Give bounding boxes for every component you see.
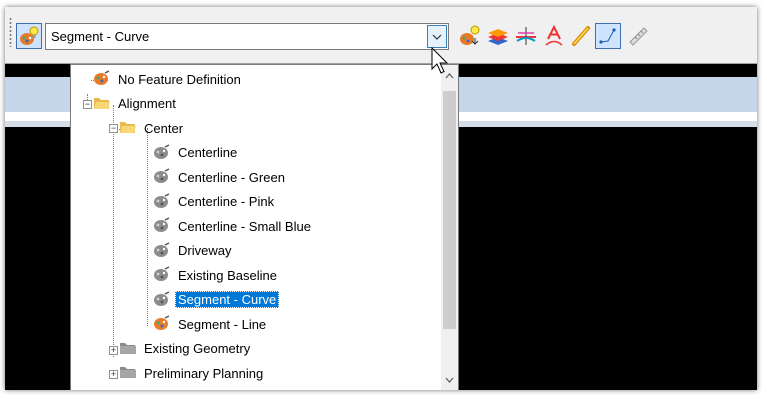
folder-open-icon <box>119 119 137 137</box>
link-icon <box>572 26 590 46</box>
tree-item[interactable]: No Feature Definition <box>93 69 244 89</box>
tree-item[interactable]: Centerline - Pink <box>153 192 277 212</box>
palette-icon <box>93 70 111 88</box>
cross-section-button[interactable] <box>513 23 539 49</box>
link-button[interactable] <box>568 23 594 49</box>
tree-item[interactable]: Segment - Curve <box>153 290 280 310</box>
palette-gray-icon <box>153 143 171 162</box>
measure-button[interactable] <box>625 23 651 49</box>
tree-item-label: Existing Baseline <box>178 267 277 283</box>
line-string-icon <box>599 28 616 44</box>
tree-item[interactable]: Driveway <box>153 241 234 261</box>
tree-item[interactable]: Existing Baseline <box>153 265 280 285</box>
tree-item-label: Centerline - Pink <box>178 194 275 209</box>
tree-item-label: Center <box>144 120 184 136</box>
dropdown-scrollbar[interactable] <box>441 65 458 390</box>
palette-icon <box>94 70 110 85</box>
tree-item-label: Driveway <box>178 243 232 258</box>
application-frame: Segment - Curve − − + + No Feature Defin… <box>5 7 757 390</box>
layers-button[interactable] <box>485 23 511 49</box>
feature-definition-icon <box>20 26 39 45</box>
tree-item[interactable]: Segment - Line <box>153 314 269 334</box>
cross-section-icon <box>516 27 536 45</box>
scroll-down-button[interactable] <box>441 371 458 388</box>
preliminary-planning-expander[interactable]: + <box>109 370 118 379</box>
scroll-thumb[interactable] <box>443 91 456 329</box>
mouse-cursor-icon <box>431 47 449 74</box>
folder-gray-icon <box>120 367 136 378</box>
tree-item-label: Segment - Line <box>178 316 267 332</box>
tree-item-label: No Feature Definition <box>118 71 241 87</box>
toolbar-grip[interactable] <box>9 17 12 47</box>
tree-item-label: Centerline - Green <box>178 169 285 185</box>
tree-item[interactable]: Preliminary Planning <box>119 363 266 383</box>
tree-item[interactable]: Center <box>119 118 186 138</box>
tree-item-label: Preliminary Planning <box>144 365 264 381</box>
feature-definition-toggle-button[interactable] <box>16 23 42 49</box>
feature-toggle-icon <box>460 25 480 45</box>
folder-open-icon <box>93 95 111 113</box>
combo-selected-value: Segment - Curve <box>51 29 150 44</box>
text-annotation-button[interactable] <box>541 23 567 49</box>
palette-gray-icon <box>153 192 171 211</box>
tree-line <box>147 128 148 326</box>
tree-line <box>113 105 114 357</box>
text-annotation-icon <box>545 25 563 46</box>
feature-definition-dropdown: − − + + No Feature Definition Alignment Ce… <box>70 64 459 390</box>
combo-dropdown-button[interactable] <box>427 25 447 48</box>
palette-gray-icon <box>153 217 171 235</box>
center-expander[interactable]: − <box>109 124 118 133</box>
folder-open-icon <box>120 122 136 133</box>
palette-gray-icon <box>153 266 171 284</box>
palette-icon <box>154 315 170 330</box>
palette-gray-icon <box>154 168 170 183</box>
palette-gray-icon <box>153 241 171 260</box>
layers-icon <box>488 29 508 45</box>
tree-item-label: Segment - Curve <box>175 291 280 308</box>
tree-item-label: Centerline - Small Blue <box>178 218 311 234</box>
tree-item[interactable]: Centerline - Small Blue <box>153 216 314 236</box>
alignment-expander[interactable]: − <box>83 100 92 109</box>
palette-gray-icon <box>154 217 170 232</box>
folder-gray-icon <box>119 364 137 382</box>
palette-gray-icon <box>153 290 171 309</box>
feature-toggle-button[interactable] <box>457 23 483 49</box>
tree-item[interactable]: Existing Geometry <box>119 339 253 359</box>
palette-gray-icon <box>154 192 170 208</box>
chevron-down-icon <box>445 377 454 383</box>
palette-gray-icon <box>154 143 170 159</box>
palette-gray-icon <box>154 290 170 306</box>
palette-icon <box>153 315 171 333</box>
folder-gray-icon <box>120 342 136 354</box>
toolbar: Segment - Curve <box>5 7 757 63</box>
existing-geometry-expander[interactable]: + <box>109 346 118 355</box>
line-string-button[interactable] <box>595 23 621 49</box>
tree-item[interactable]: Alignment <box>93 94 179 114</box>
chevron-down-icon <box>432 34 442 40</box>
folder-gray-icon <box>119 340 137 358</box>
ruler-icon <box>629 27 648 46</box>
tree-item[interactable]: Centerline <box>153 143 240 163</box>
tree-item-label: Existing Geometry <box>144 341 251 356</box>
tree-item[interactable]: Centerline - Green <box>153 167 288 187</box>
feature-definition-combo[interactable]: Segment - Curve <box>45 23 449 50</box>
palette-gray-icon <box>154 266 170 281</box>
palette-gray-icon <box>153 168 171 186</box>
palette-gray-icon <box>154 241 170 257</box>
tree-item-label: Centerline <box>178 145 238 160</box>
folder-open-icon <box>94 97 110 109</box>
tree-item-label: Alignment <box>118 96 176 111</box>
